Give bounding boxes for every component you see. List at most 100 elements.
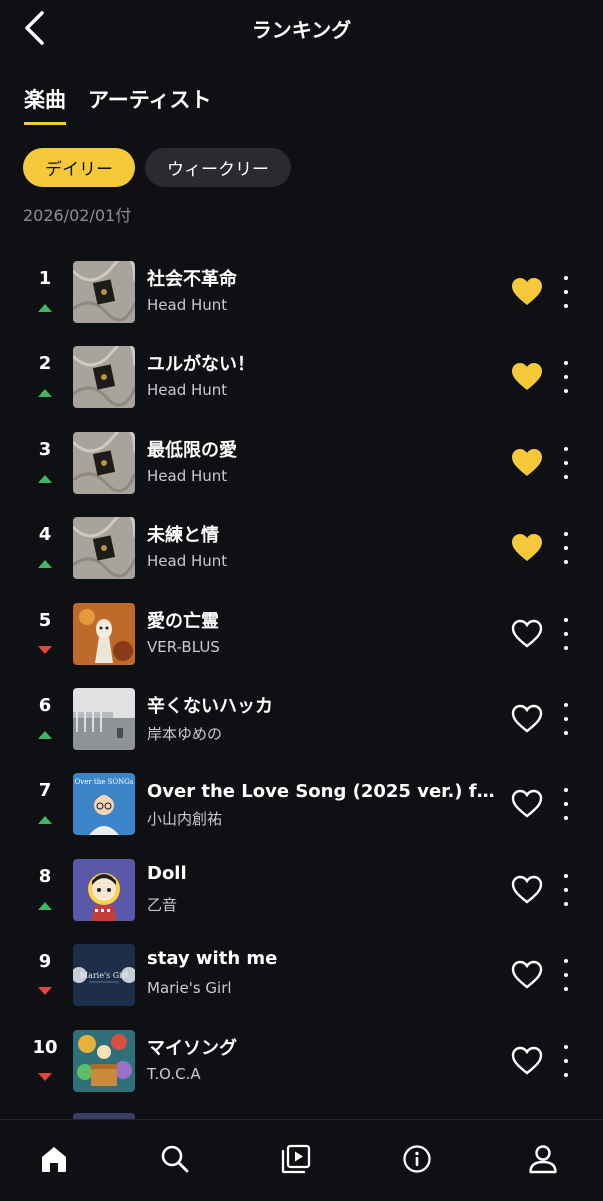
info-icon <box>403 1145 431 1173</box>
ranking-row[interactable]: 8 Doll 乙音 <box>0 847 603 932</box>
song-title[interactable]: マイソング <box>147 1034 503 1060</box>
playlist-icon <box>281 1144 311 1174</box>
song-title[interactable]: 辛くないハッカ <box>147 692 503 718</box>
heart-filled-icon[interactable] <box>511 277 543 307</box>
album-art-text: Marie's Girl <box>80 971 129 980</box>
heart-filled-icon[interactable] <box>511 362 543 392</box>
rank-number: 1 <box>38 268 52 289</box>
album-art[interactable] <box>73 431 135 494</box>
ranking-row[interactable]: 3 最低限の愛 Head Hunt <box>0 420 603 505</box>
artist-name[interactable]: Head Hunt <box>147 467 503 485</box>
album-art[interactable] <box>73 858 135 921</box>
rank-number: 7 <box>38 780 52 802</box>
ranking-row[interactable]: 4 未練と情 Head Hunt <box>0 505 603 590</box>
album-art[interactable]: Over the SONGs <box>73 773 135 836</box>
artist-name[interactable]: Head Hunt <box>147 552 503 570</box>
trend-down-icon <box>38 645 52 654</box>
more-options-icon[interactable] <box>556 1043 576 1079</box>
more-options-icon[interactable] <box>556 530 576 566</box>
weekly-button[interactable]: ウィークリー <box>145 148 291 187</box>
heart-filled-icon[interactable] <box>511 448 543 478</box>
song-title[interactable]: Over the Love Song (2025 ver.) feat. 小山内… <box>147 777 503 803</box>
page-title: ランキング <box>251 18 352 42</box>
tab-songs[interactable]: 楽曲 <box>24 84 66 125</box>
ranking-list: 1 社会不革命 Head Hunt 2 ユルがない！ Head Hunt 3 最… <box>0 249 603 1103</box>
trend-up-icon <box>38 474 52 483</box>
bottom-navigation <box>0 1119 603 1201</box>
header: ランキング <box>0 0 603 56</box>
artist-name[interactable]: Head Hunt <box>147 296 503 314</box>
more-options-icon[interactable] <box>556 872 576 908</box>
album-art[interactable] <box>73 517 135 580</box>
trend-up-icon <box>38 560 52 569</box>
artist-name[interactable]: Head Hunt <box>147 381 503 399</box>
album-art[interactable] <box>73 261 135 323</box>
trend-up-icon <box>38 304 52 312</box>
song-title[interactable]: 社会不革命 <box>147 265 503 291</box>
more-options-icon[interactable] <box>556 445 576 481</box>
category-tabs: 楽曲 アーティスト <box>24 84 211 125</box>
more-options-icon[interactable] <box>556 701 576 737</box>
rank-number: 3 <box>38 438 52 460</box>
nav-search[interactable] <box>155 1139 195 1179</box>
heart-outline-icon[interactable] <box>511 960 543 990</box>
song-title[interactable]: 未練と情 <box>147 521 503 547</box>
album-art[interactable] <box>73 1029 135 1092</box>
rank-number: 5 <box>38 609 52 631</box>
trend-up-icon <box>38 389 52 398</box>
daily-button[interactable]: デイリー <box>23 148 135 187</box>
heart-outline-icon[interactable] <box>511 789 543 819</box>
rank-number: 8 <box>38 865 52 887</box>
ranking-row[interactable]: 9 Marie's Girl stay with me Marie's Girl <box>0 932 603 1017</box>
ranking-row[interactable]: 10 マイソング T.O.C.A <box>0 1018 603 1103</box>
rank-number: 2 <box>38 353 52 375</box>
more-options-icon[interactable] <box>556 274 576 310</box>
ranking-row[interactable]: 6 辛くないハッカ 岸本ゆめの <box>0 676 603 761</box>
song-title[interactable]: 最低限の愛 <box>147 436 503 462</box>
artist-name[interactable]: VER-BLUS <box>147 638 503 656</box>
more-options-icon[interactable] <box>556 359 576 395</box>
profile-icon <box>529 1145 557 1174</box>
more-options-icon[interactable] <box>556 786 576 822</box>
heart-outline-icon[interactable] <box>511 875 543 905</box>
artist-name[interactable]: 岸本ゆめの <box>147 723 503 744</box>
ranking-row[interactable]: 7 Over the SONGs Over the Love Song (202… <box>0 761 603 846</box>
album-art[interactable] <box>73 346 135 409</box>
more-options-icon[interactable] <box>556 957 576 993</box>
rank-number: 9 <box>38 951 52 973</box>
artist-name[interactable]: Marie's Girl <box>147 979 503 997</box>
more-options-icon[interactable] <box>556 616 576 652</box>
nav-playlist[interactable] <box>276 1139 316 1179</box>
artist-name[interactable]: 小山内創祐 <box>147 808 503 829</box>
ranking-row[interactable]: 5 愛の亡霊 VER-BLUS <box>0 591 603 676</box>
heart-outline-icon[interactable] <box>511 704 543 734</box>
artist-name[interactable]: 乙音 <box>147 894 503 915</box>
rank-number: 6 <box>38 694 52 716</box>
trend-down-icon <box>38 987 52 996</box>
search-icon <box>161 1145 189 1173</box>
song-title[interactable]: Doll <box>147 863 503 884</box>
heart-outline-icon[interactable] <box>511 619 543 649</box>
heart-outline-icon[interactable] <box>511 1046 543 1076</box>
song-title[interactable]: ユルがない！ <box>147 350 503 376</box>
trend-up-icon <box>38 816 52 825</box>
ranking-row[interactable]: 2 ユルがない！ Head Hunt <box>0 334 603 419</box>
ranking-date: 2026/02/01付 <box>23 206 132 225</box>
album-art[interactable]: Marie's Girl <box>73 944 135 1007</box>
tab-artists[interactable]: アーティスト <box>88 84 211 125</box>
artist-name[interactable]: T.O.C.A <box>147 1065 503 1083</box>
nav-home[interactable] <box>34 1139 74 1179</box>
period-selector: デイリー ウィークリー <box>23 148 291 187</box>
rank-number: 10 <box>32 1036 58 1058</box>
trend-up-icon <box>38 901 52 910</box>
album-art[interactable] <box>73 602 135 665</box>
song-title[interactable]: 愛の亡霊 <box>147 607 503 633</box>
ranking-row[interactable]: 1 社会不革命 Head Hunt <box>0 249 603 334</box>
album-art[interactable] <box>73 687 135 750</box>
nav-info[interactable] <box>397 1139 437 1179</box>
trend-up-icon <box>38 730 52 739</box>
heart-filled-icon[interactable] <box>511 533 543 563</box>
nav-profile[interactable] <box>523 1139 563 1179</box>
rank-number: 4 <box>38 524 52 546</box>
song-title[interactable]: stay with me <box>147 948 503 969</box>
